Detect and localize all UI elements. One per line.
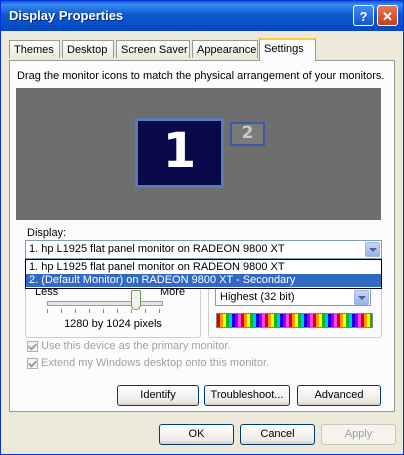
display-select[interactable]: 1. hp L1925 flat panel monitor on RADEON…	[25, 240, 382, 259]
instruction-text: Drag the monitor icons to match the phys…	[17, 70, 385, 82]
close-button[interactable]: ✕	[377, 5, 398, 26]
monitor-arrangement-area[interactable]: 1 2	[16, 88, 381, 220]
resolution-slider-thumb[interactable]	[131, 290, 141, 310]
title-bar[interactable]: Display Properties ? ✕	[1, 1, 403, 31]
monitor-1-number: 1	[162, 123, 197, 179]
tab-themes[interactable]: Themes	[9, 40, 60, 58]
monitor-1-icon[interactable]: 1	[135, 118, 224, 188]
identify-button[interactable]: Identify	[117, 385, 199, 406]
troubleshoot-button[interactable]: Troubleshoot...	[204, 385, 290, 406]
advanced-button[interactable]: Advanced	[297, 385, 381, 406]
display-dropdown-list: 1. hp L1925 flat panel monitor on RADEON…	[25, 259, 382, 289]
primary-monitor-label: Use this device as the primary monitor.	[41, 340, 231, 352]
resolution-value: 1280 by 1024 pixels	[64, 318, 162, 330]
display-properties-window: Display Properties ? ✕ Themes Desktop Sc…	[0, 0, 404, 455]
extend-desktop-label: Extend my Windows desktop onto this moni…	[41, 357, 270, 369]
help-button[interactable]: ?	[353, 5, 374, 26]
dropdown-option-monitor-2[interactable]: 2. (Default Monitor) on RADEON 9800 XT -…	[26, 274, 381, 287]
color-spectrum-preview	[216, 313, 373, 328]
resolution-slider-track[interactable]	[47, 301, 163, 306]
tab-screen-saver[interactable]: Screen Saver	[116, 40, 190, 58]
display-select-value: 1. hp L1925 flat panel monitor on RADEON…	[29, 243, 285, 255]
chevron-down-icon[interactable]	[365, 242, 380, 257]
primary-monitor-checkbox[interactable]	[27, 341, 38, 352]
tab-desktop[interactable]: Desktop	[62, 40, 114, 58]
ok-button[interactable]: OK	[159, 424, 234, 445]
resolution-slider-ticks	[47, 309, 161, 313]
monitor-2-icon[interactable]: 2	[230, 122, 265, 146]
tab-settings[interactable]: Settings	[259, 38, 316, 61]
chevron-down-icon[interactable]	[354, 290, 369, 305]
window-title: Display Properties	[9, 8, 124, 23]
apply-button[interactable]: Apply	[321, 424, 396, 445]
color-quality-value: Highest (32 bit)	[220, 291, 295, 303]
extend-desktop-checkbox[interactable]	[27, 358, 38, 369]
cancel-button[interactable]: Cancel	[240, 424, 315, 445]
color-quality-select[interactable]: Highest (32 bit)	[215, 288, 371, 306]
dropdown-option-monitor-1[interactable]: 1. hp L1925 flat panel monitor on RADEON…	[26, 261, 381, 274]
monitor-2-number: 2	[241, 123, 254, 143]
display-label: Display:	[27, 227, 67, 239]
tab-appearance[interactable]: Appearance	[192, 40, 258, 58]
